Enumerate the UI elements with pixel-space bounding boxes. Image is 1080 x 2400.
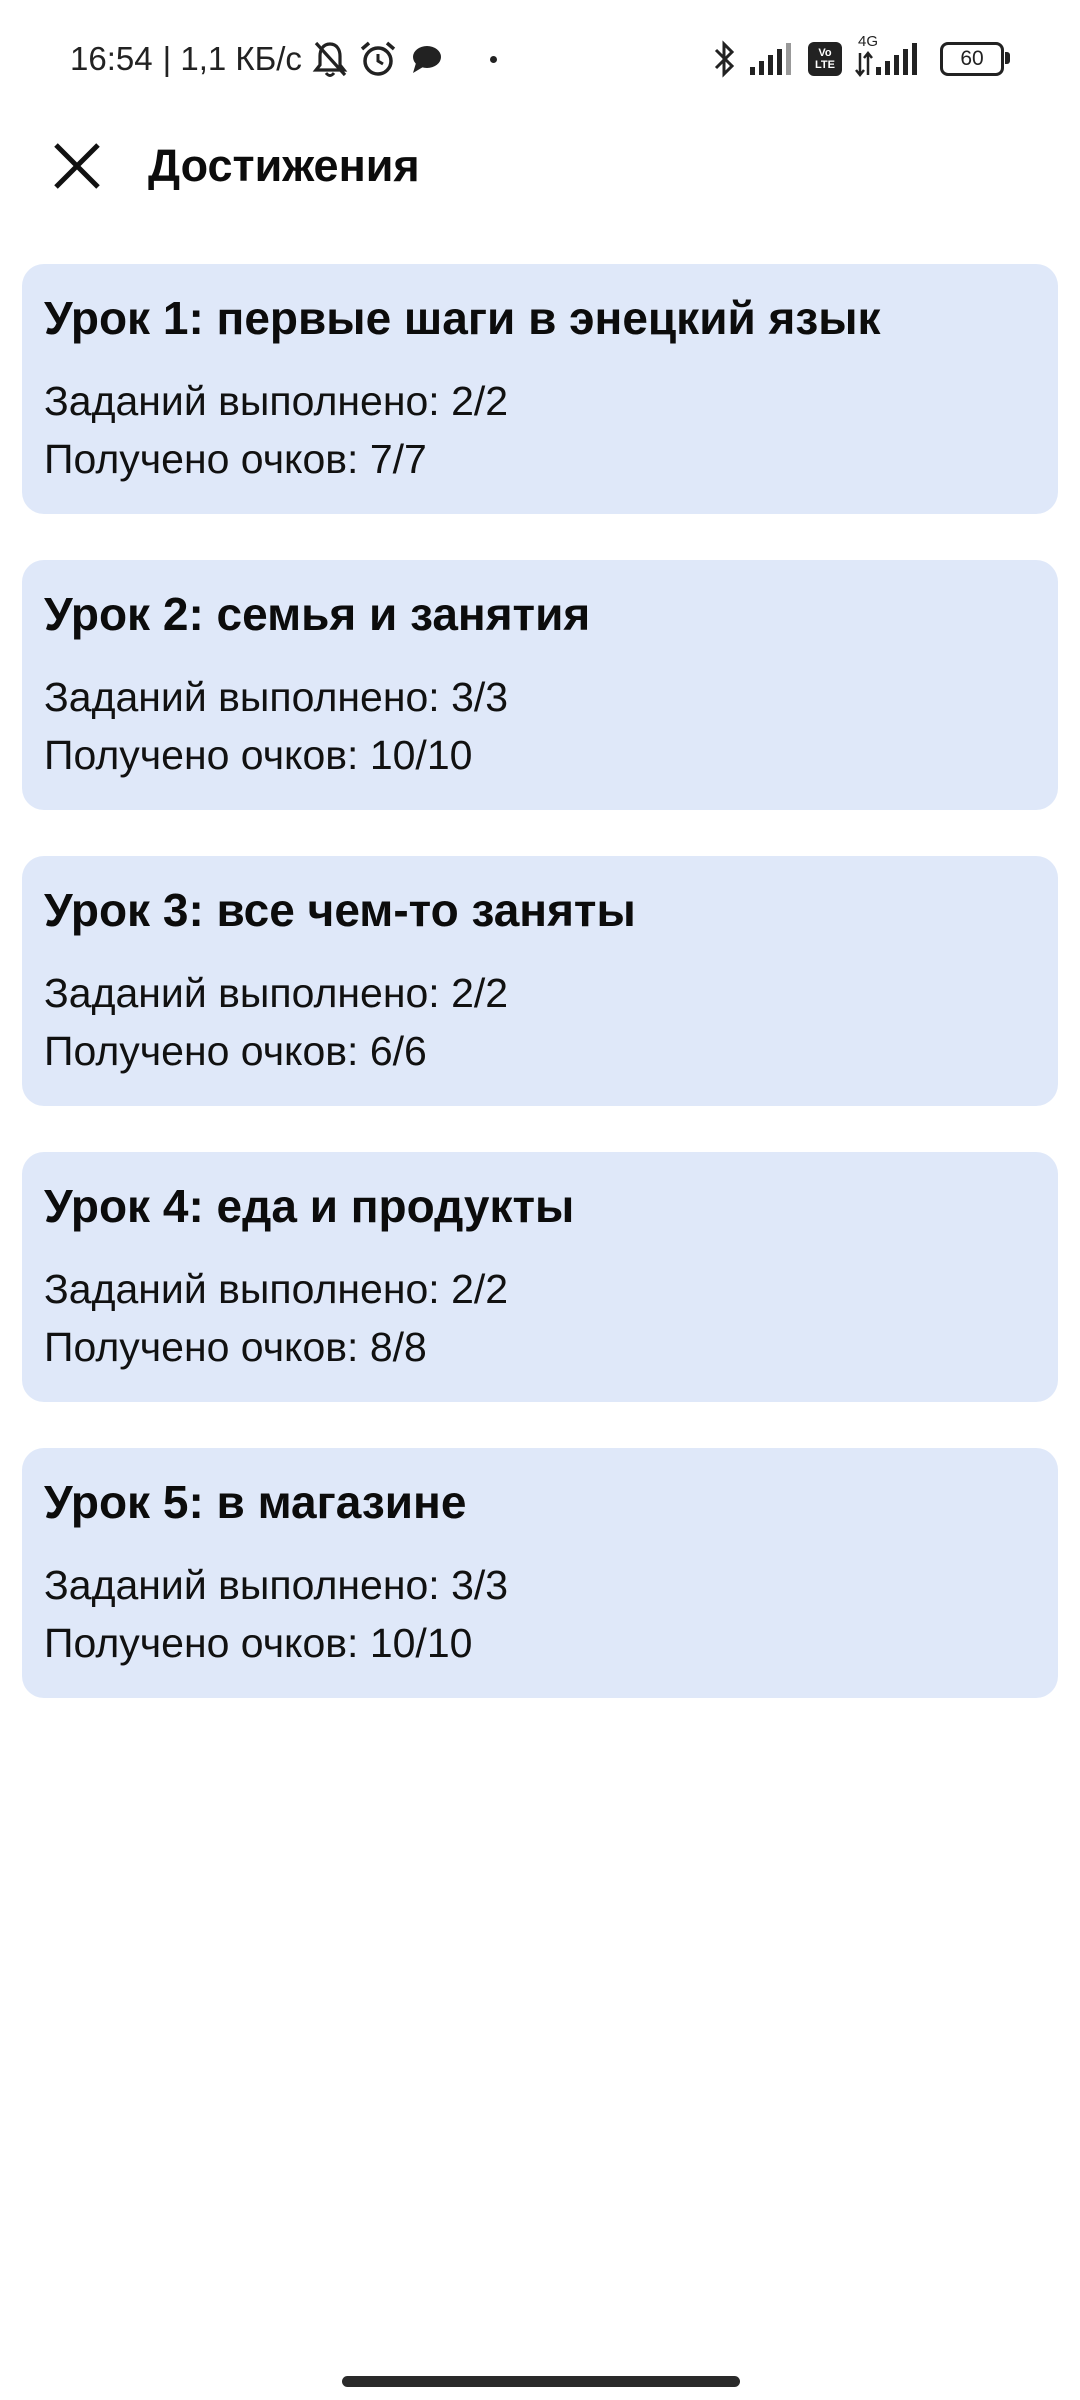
battery-icon: 60: [940, 42, 1010, 76]
lesson-card-3[interactable]: Урок 3: все чем-то заняты Заданий выполн…: [22, 856, 1058, 1106]
lesson-card-5[interactable]: Урок 5: в магазине Заданий выполнено: 3/…: [22, 1448, 1058, 1698]
lesson-tasks: Заданий выполнено: 3/3: [44, 1562, 509, 1608]
bluetooth-icon: [712, 39, 736, 79]
status-right: Vo LTE 4G 60: [712, 33, 1010, 82]
lesson-points: Получено очков: 8/8: [44, 1324, 427, 1370]
battery-level: 60: [960, 47, 984, 70]
chat-bubble-icon: [408, 41, 444, 77]
bell-off-icon: [312, 39, 348, 79]
lesson-points: Получено очков: 7/7: [44, 436, 427, 482]
alarm-icon: [358, 39, 398, 79]
lesson-card-4[interactable]: Урок 4: еда и продукты Заданий выполнено…: [22, 1152, 1058, 1402]
lesson-points: Получено очков: 10/10: [44, 1620, 473, 1666]
achievements-list: Урок 1: первые шаги в энецкий язык Задан…: [22, 264, 1058, 1744]
lesson-title: Урок 4: еда и продукты: [44, 1180, 575, 1232]
lesson-title: Урок 2: семья и занятия: [44, 588, 591, 640]
lesson-title: Урок 1: первые шаги в энецкий язык: [44, 292, 881, 344]
close-icon: [54, 143, 100, 189]
close-button[interactable]: [44, 133, 110, 199]
lesson-tasks: Заданий выполнено: 3/3: [44, 674, 509, 720]
status-time: 16:54: [70, 40, 153, 77]
lesson-title: Урок 5: в магазине: [44, 1476, 467, 1528]
app-bar: Достижения: [0, 118, 1080, 218]
volte-label: Vo LTE: [815, 47, 835, 71]
lesson-title: Урок 3: все чем-то заняты: [44, 884, 636, 936]
lesson-tasks: Заданий выполнено: 2/2: [44, 970, 509, 1016]
lesson-points: Получено очков: 6/6: [44, 1028, 427, 1074]
status-bar: 16:54 | 1,1 КБ/с Vo LTE 4G 60: [0, 0, 1080, 118]
lesson-tasks: Заданий выполнено: 2/2: [44, 1266, 509, 1312]
status-net-speed: | 1,1 КБ/с: [162, 40, 302, 77]
signal-4g-icon: 4G: [854, 33, 920, 79]
status-left: 16:54 | 1,1 КБ/с: [70, 34, 497, 84]
signal-icon: [748, 41, 796, 77]
lesson-tasks: Заданий выполнено: 2/2: [44, 378, 509, 424]
lesson-card-2[interactable]: Урок 2: семья и занятия Заданий выполнен…: [22, 560, 1058, 810]
home-gesture-handle[interactable]: [342, 2376, 740, 2387]
notification-dot: [489, 55, 497, 63]
lesson-points: Получено очков: 10/10: [44, 732, 473, 778]
lesson-card-1[interactable]: Урок 1: первые шаги в энецкий язык Задан…: [22, 264, 1058, 514]
page-title: Достижения: [148, 140, 420, 191]
volte-icon: Vo LTE: [808, 42, 842, 76]
